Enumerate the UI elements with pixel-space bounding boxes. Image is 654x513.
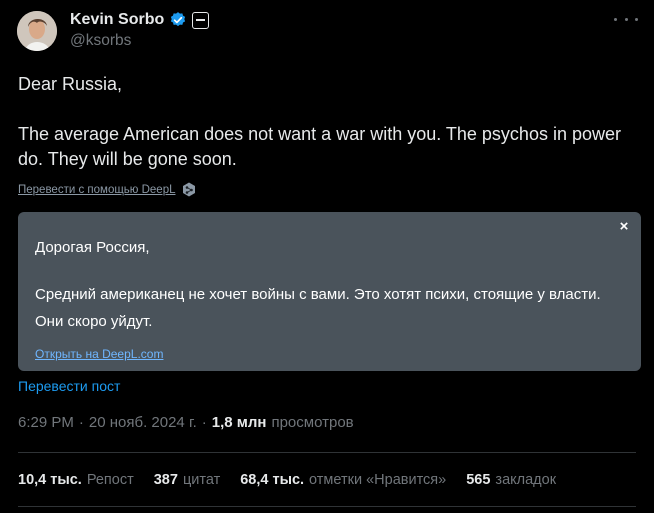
translation-line-2: Средний американец не хочет войны с вами… (35, 286, 601, 330)
meta-separator: · (78, 414, 84, 431)
divider (18, 452, 636, 453)
tweet-line-1: Dear Russia, (18, 74, 123, 94)
deepl-icon (182, 182, 196, 198)
meta-separator: · (201, 414, 207, 431)
stat-likes[interactable]: 68,4 тыс. отметки «Нравится» (240, 472, 446, 488)
views-count: 1,8 млн (211, 414, 267, 431)
deepl-translation-box: × Дорогая Россия, Средний американец не … (18, 212, 641, 371)
stat-reposts[interactable]: 10,4 тыс. Репост (18, 472, 134, 488)
deepl-translate-label: Перевести с помощью DeepL (18, 184, 176, 196)
post-date[interactable]: 20 нояб. 2024 г. (89, 414, 197, 431)
stat-label: цитат (182, 472, 221, 488)
stat-count: 565 (466, 472, 491, 488)
stat-quotes[interactable]: 387 цитат (154, 472, 220, 488)
author-display-name[interactable]: Kevin Sorbo (70, 11, 164, 29)
open-deepl-link[interactable]: Открыть на DeepL.com (35, 347, 163, 361)
tweet-line-2: The average American does not want a war… (18, 124, 621, 169)
stat-count: 68,4 тыс. (240, 472, 305, 488)
affiliate-badge-icon[interactable] (192, 11, 210, 29)
stat-count: 387 (153, 472, 178, 488)
author-handle[interactable]: @ksorbs (70, 32, 131, 50)
stat-count: 10,4 тыс. (18, 472, 82, 488)
views-label: просмотров (271, 414, 354, 431)
tweet-meta: 6:29 PM · 20 нояб. 2024 г. · 1,8 млн про… (18, 414, 354, 431)
author-name-row: Kevin Sorbo (70, 9, 210, 31)
tweet-detail: Kevin Sorbo @ksorbs Dear Russia, The ave… (0, 0, 654, 513)
verified-check-icon[interactable] (169, 11, 187, 29)
translate-post-link[interactable]: Перевести пост (18, 378, 120, 394)
close-icon[interactable]: × (618, 219, 630, 234)
engagement-stats: 10,4 тыс. Репост 387 цитат 68,4 тыс. отм… (18, 472, 556, 488)
tweet-text: Dear Russia, The average American does n… (18, 72, 628, 172)
stat-label: отметки «Нравится» (309, 472, 447, 488)
stat-bookmarks[interactable]: 565 закладок (466, 472, 556, 488)
translation-line-1: Дорогая Россия, (35, 239, 150, 256)
avatar[interactable] (17, 11, 57, 51)
post-time[interactable]: 6:29 PM (18, 414, 74, 431)
stat-label: Репост (86, 472, 134, 488)
stat-label: закладок (495, 472, 557, 488)
avatar-image (17, 11, 57, 51)
deepl-translate-link[interactable]: Перевести с помощью DeepL (18, 182, 196, 198)
more-options-icon[interactable] (614, 12, 638, 26)
divider (18, 506, 636, 507)
translation-text: Дорогая Россия, Средний американец не хо… (35, 234, 625, 335)
